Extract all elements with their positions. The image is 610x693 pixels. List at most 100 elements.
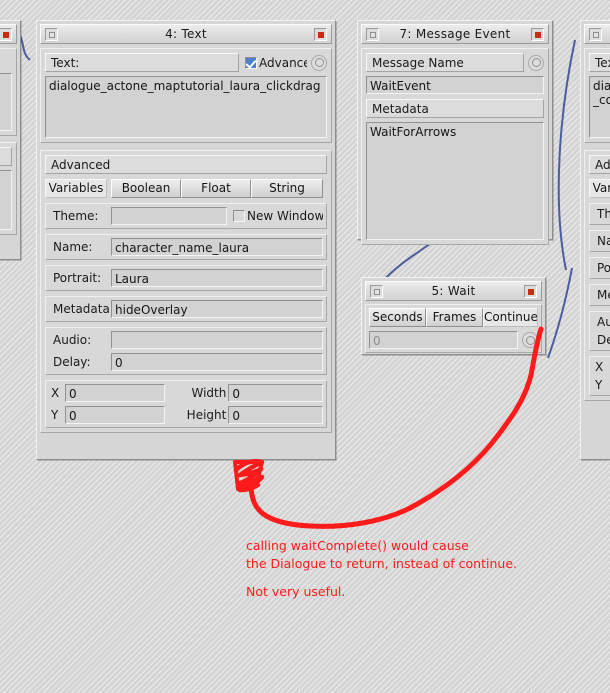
tab-frames[interactable]: Frames bbox=[425, 308, 483, 327]
left-partial-group2 bbox=[0, 142, 17, 235]
node-text[interactable]: 4: Text Text: Advanced dialogue_actone_m… bbox=[36, 20, 336, 460]
advanced-header: Advanced bbox=[45, 155, 327, 174]
wire-right-incoming bbox=[557, 39, 576, 271]
delay-row: Delay: 0 bbox=[49, 353, 323, 371]
close-icon[interactable] bbox=[531, 28, 544, 41]
wait-value-input[interactable]: 0 bbox=[369, 331, 518, 349]
close-icon[interactable] bbox=[524, 285, 537, 298]
node-left-partial[interactable] bbox=[0, 20, 21, 260]
tab-continue[interactable]: Continue bbox=[482, 308, 538, 327]
advanced-group: Advanced Variables Boolean Float String … bbox=[40, 150, 332, 433]
minimize-icon[interactable] bbox=[45, 28, 58, 41]
output-port-icon[interactable] bbox=[311, 54, 327, 71]
tab-seconds[interactable]: Seconds bbox=[369, 308, 426, 327]
variable-type-tabs: Variables Boolean Float String bbox=[45, 179, 327, 198]
tab-boolean[interactable]: Boolean bbox=[111, 179, 181, 198]
node-message-title: 7: Message Event bbox=[399, 27, 511, 41]
node-right-titlebar[interactable] bbox=[584, 24, 610, 44]
metadata-input[interactable]: WaitForArrows bbox=[366, 122, 544, 240]
message-name-label: Message Name bbox=[366, 53, 524, 72]
audio-input[interactable] bbox=[111, 331, 323, 349]
text-input-group: Text: Advanced dialogue_actone_maptutori… bbox=[40, 48, 332, 143]
name-label: Name: bbox=[53, 240, 93, 254]
advanced-checkbox-label: Advanced bbox=[259, 55, 307, 70]
right-theme-row: Theme: bbox=[593, 207, 610, 221]
portrait-row: Portrait: Laura bbox=[49, 269, 323, 287]
right-advanced-header: Advanced bbox=[589, 155, 610, 174]
output-port-icon[interactable] bbox=[522, 332, 538, 348]
node-message-event[interactable]: 7: Message Event Message Name WaitEvent … bbox=[357, 20, 553, 245]
left-partial-field[interactable] bbox=[0, 170, 12, 230]
metadata-row-group: Metadata: hideOverlay bbox=[45, 296, 327, 322]
tab-string[interactable]: String bbox=[251, 179, 323, 198]
right-name-row: Name: bbox=[593, 234, 610, 248]
tab-float[interactable]: Float bbox=[181, 179, 251, 198]
new-window-label: New Window bbox=[247, 209, 323, 223]
x-label: X bbox=[51, 386, 60, 400]
right-delay-label: Delay: bbox=[597, 333, 610, 347]
right-text-header-row: Text: bbox=[589, 53, 610, 72]
node-right-partial[interactable]: Text: dialogue_actone_maptutorial_laura_… bbox=[580, 20, 610, 460]
right-x-label: X bbox=[595, 360, 604, 374]
y-height-row: Y 0 Height 0 bbox=[49, 406, 323, 424]
minimize-icon[interactable] bbox=[370, 285, 383, 298]
right-rect-group: X Y bbox=[589, 356, 610, 396]
width-label: Width bbox=[191, 386, 227, 400]
audio-group: Audio: Delay: 0 bbox=[45, 327, 327, 375]
right-y-label: Y bbox=[595, 378, 603, 392]
right-audio-label: Audio: bbox=[597, 315, 610, 329]
height-input[interactable]: 0 bbox=[228, 406, 323, 424]
left-partial-port-row bbox=[0, 53, 12, 69]
name-row-group: Name: character_name_laura bbox=[45, 234, 327, 260]
left-partial-group bbox=[0, 48, 17, 136]
node-wait[interactable]: 5: Wait Seconds Frames Continue 0 bbox=[361, 277, 546, 355]
minimize-icon[interactable] bbox=[589, 28, 602, 41]
right-text-body-input[interactable]: dialogue_actone_maptutorial_laura_clickd… bbox=[589, 76, 610, 138]
text-body-input[interactable]: dialogue_actone_maptutorial_laura_clickd… bbox=[45, 76, 327, 138]
wire-wait-to-right bbox=[547, 267, 573, 359]
right-tab-variables[interactable]: Variables bbox=[589, 179, 610, 198]
right-theme-label: Theme: bbox=[597, 207, 610, 221]
node-left-titlebar[interactable] bbox=[0, 24, 17, 44]
node-wait-title: 5: Wait bbox=[431, 284, 476, 298]
annotation-line-1: calling waitComplete() would cause bbox=[246, 538, 469, 553]
right-metadata-label: Metadata: bbox=[597, 288, 610, 302]
right-y-row: Y bbox=[593, 378, 610, 392]
metadata-row: Metadata: hideOverlay bbox=[49, 300, 323, 318]
width-input[interactable]: 0 bbox=[228, 384, 323, 402]
node-wait-titlebar[interactable]: 5: Wait bbox=[365, 281, 542, 301]
minimize-icon[interactable] bbox=[366, 28, 379, 41]
y-input[interactable]: 0 bbox=[64, 406, 165, 424]
close-icon[interactable] bbox=[0, 28, 12, 41]
audio-row: Audio: bbox=[49, 331, 323, 349]
rect-group: X 0 Width 0 Y 0 Height 0 bbox=[45, 380, 327, 428]
left-partial-body[interactable] bbox=[0, 73, 12, 131]
metadata-input[interactable]: hideOverlay bbox=[111, 300, 323, 318]
theme-label: Theme: bbox=[53, 209, 99, 223]
close-icon[interactable] bbox=[314, 28, 327, 41]
wait-group: Seconds Frames Continue 0 bbox=[365, 304, 542, 353]
tab-variables[interactable]: Variables bbox=[45, 179, 107, 198]
wait-mode-tabs: Seconds Frames Continue bbox=[369, 308, 538, 327]
advanced-checkbox[interactable] bbox=[245, 56, 257, 69]
wait-value-row: 0 bbox=[369, 331, 538, 349]
theme-input[interactable] bbox=[111, 207, 227, 225]
delay-input[interactable]: 0 bbox=[111, 353, 323, 371]
x-input[interactable]: 0 bbox=[64, 384, 165, 402]
portrait-label: Portrait: bbox=[53, 271, 102, 285]
node-text-titlebar[interactable]: 4: Text bbox=[40, 24, 332, 44]
right-text-field-label: Text: bbox=[589, 53, 610, 72]
right-name-label: Name: bbox=[597, 234, 610, 248]
message-name-input[interactable]: WaitEvent bbox=[366, 76, 544, 94]
annotation-line-2: the Dialogue to return, instead of conti… bbox=[246, 556, 517, 571]
node-message-titlebar[interactable]: 7: Message Event bbox=[361, 24, 549, 44]
new-window-checkbox[interactable] bbox=[233, 210, 245, 222]
right-variable-tabs: Variables bbox=[589, 179, 610, 198]
output-port-icon[interactable] bbox=[528, 54, 544, 71]
metadata-label: Metadata bbox=[366, 99, 544, 118]
right-metadata-row: Metadata: bbox=[593, 288, 610, 302]
portrait-input[interactable]: Laura bbox=[111, 269, 323, 287]
wire-message-to-wait bbox=[381, 239, 436, 283]
right-audio-row: Audio: bbox=[593, 315, 610, 329]
name-input[interactable]: character_name_laura bbox=[111, 238, 323, 256]
